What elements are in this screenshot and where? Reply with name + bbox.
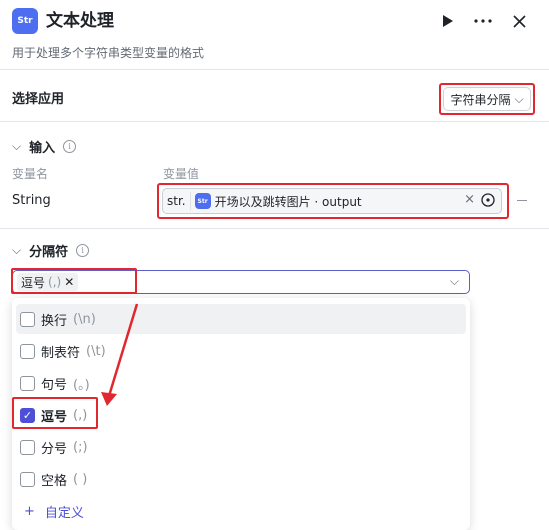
more-icon[interactable]: [472, 10, 494, 32]
checkbox[interactable]: [20, 311, 35, 327]
plus-icon: +: [24, 504, 35, 519]
option-period[interactable]: 句号 (。): [12, 368, 470, 398]
variable-name: String: [12, 193, 51, 208]
option-symbol: (。): [73, 377, 90, 393]
separator-label: 分隔符: [29, 245, 69, 260]
reference-text: 开场以及跳转图片 · output: [214, 194, 362, 209]
chevron-down-icon: ⌵: [514, 91, 524, 106]
variable-value-field[interactable]: str. Str 开场以及跳转图片 · output ×: [162, 188, 502, 214]
remove-row-icon[interactable]: [517, 200, 527, 201]
clear-icon[interactable]: ×: [464, 192, 475, 207]
chevron-down-icon: ⌵: [12, 139, 22, 153]
app-icon: Str: [194, 193, 211, 209]
option-label: 空格: [41, 473, 68, 489]
target-icon[interactable]: [481, 193, 495, 211]
annotation-box: [12, 397, 98, 429]
option-label: 制表符: [41, 345, 81, 361]
chevron-down-icon: ⌵: [12, 243, 22, 257]
option-label: 换行: [41, 313, 68, 329]
option-label: 分号: [41, 441, 68, 457]
node-description: 用于处理多个字符串类型变量的格式: [12, 46, 205, 60]
option-tab[interactable]: 制表符 (\t): [12, 336, 470, 366]
input-label: 输入: [29, 141, 56, 156]
col-value-header: 变量值: [163, 167, 200, 181]
checkbox[interactable]: [20, 375, 35, 391]
option-newline[interactable]: 换行 (\n): [16, 304, 466, 334]
input-section-header[interactable]: ⌵ 输入 i: [12, 137, 77, 156]
add-custom-option[interactable]: + 自定义: [24, 502, 84, 521]
checkbox[interactable]: [20, 343, 35, 359]
select-app-label: 选择应用: [12, 92, 65, 107]
option-symbol: (;): [73, 439, 88, 455]
add-custom-label: 自定义: [44, 506, 84, 521]
col-name-header: 变量名: [12, 167, 49, 181]
close-icon[interactable]: [510, 10, 528, 32]
option-symbol: (\n): [73, 311, 96, 327]
divider: [0, 228, 549, 229]
option-semicolon[interactable]: 分号 (;): [12, 432, 470, 462]
reference-chip[interactable]: Str 开场以及跳转图片 · output: [194, 193, 362, 210]
chevron-down-icon: ⌵: [449, 274, 459, 288]
option-symbol: ( ): [73, 471, 88, 487]
option-label: 句号: [41, 377, 68, 393]
checkbox[interactable]: [20, 471, 35, 487]
info-icon: i: [63, 140, 77, 153]
app-icon: Str: [12, 8, 38, 34]
option-space[interactable]: 空格 ( ): [12, 464, 470, 494]
separator-section-header[interactable]: ⌵ 分隔符 i: [12, 241, 90, 260]
annotation-box: [11, 268, 137, 294]
info-icon: i: [76, 244, 90, 257]
app-select[interactable]: 字符串分隔 ⌵: [443, 87, 531, 111]
node-title: 文本处理: [46, 11, 114, 31]
divider: [0, 69, 549, 70]
checkbox[interactable]: [20, 439, 35, 455]
annotation-arrow: [101, 303, 139, 406]
type-tag: str.: [167, 192, 191, 210]
app-select-value: 字符串分隔: [450, 92, 511, 107]
play-icon[interactable]: [440, 10, 456, 32]
divider: [0, 121, 549, 122]
